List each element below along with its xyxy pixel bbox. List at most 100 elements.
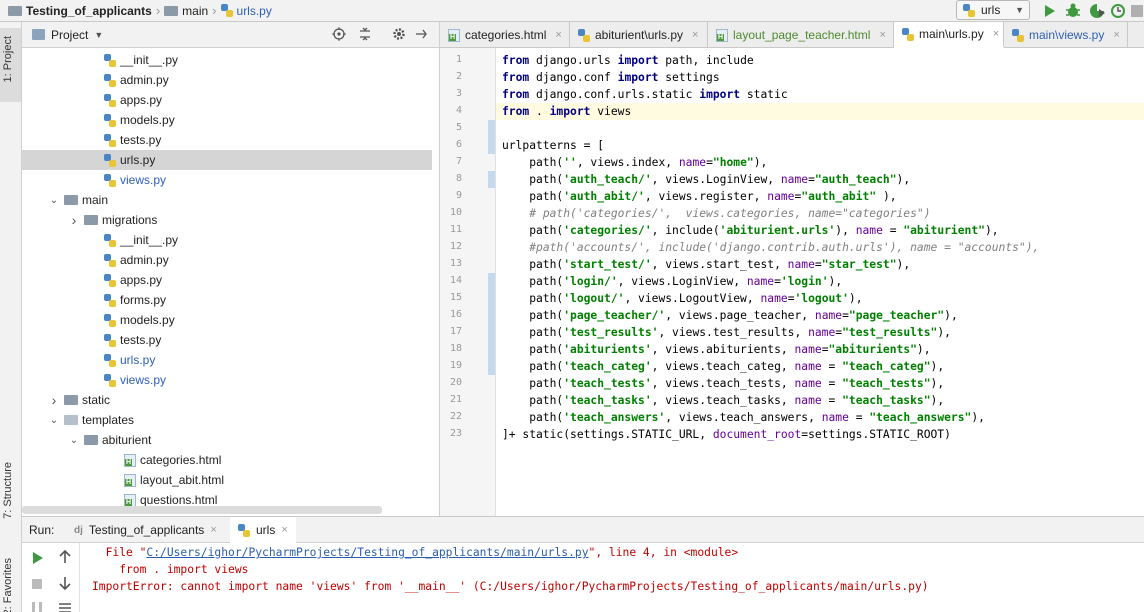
run-configuration-select[interactable]: urls ▼	[956, 0, 1030, 20]
tree-item[interactable]: models.py	[22, 310, 432, 330]
code-line[interactable]: from . import views	[496, 103, 1144, 120]
code-line[interactable]: path('teach_categ', views.teach_categ, n…	[496, 358, 944, 375]
code-line[interactable]: path('categories/', include('abiturient.…	[496, 222, 998, 239]
tree-item[interactable]: views.py	[22, 170, 432, 190]
coverage-icon[interactable]	[1088, 2, 1106, 20]
tree-item[interactable]: Hlayout_abit.html	[22, 470, 432, 490]
editor-tab[interactable]: Hlayout_page_teacher.html ×	[708, 22, 894, 48]
project-tool-tab[interactable]: 1: Project	[0, 28, 21, 102]
breadcrumb-folder[interactable]: main	[182, 4, 208, 18]
tree-item[interactable]: __init__.py	[22, 230, 432, 250]
tree-item[interactable]: ⌄ abiturient	[22, 430, 432, 450]
tree-item[interactable]: apps.py	[22, 270, 432, 290]
tree-item[interactable]: Hcategories.html	[22, 450, 432, 470]
tree-item[interactable]: › static	[22, 390, 432, 410]
close-icon[interactable]: ×	[692, 29, 698, 41]
close-icon[interactable]: ×	[281, 524, 287, 536]
close-icon[interactable]: ×	[993, 28, 999, 40]
template-folder-icon	[64, 415, 78, 425]
tree-item[interactable]: views.py	[22, 370, 432, 390]
tree-item[interactable]: tests.py	[22, 130, 432, 150]
favorites-tool-tab[interactable]: 2: Favorites	[2, 558, 14, 612]
run-tab[interactable]: urls ×	[230, 517, 296, 543]
tree-item[interactable]: __init__.py	[22, 50, 432, 70]
close-icon[interactable]: ×	[879, 29, 885, 41]
chevron-down-icon[interactable]: ⌄	[48, 415, 60, 426]
tree-item[interactable]: ⌄ main	[22, 190, 432, 210]
tree-item[interactable]: forms.py	[22, 290, 432, 310]
chevron-down-icon[interactable]: ⌄	[48, 195, 60, 206]
line-number: 4	[455, 105, 462, 116]
run-label: Run:	[29, 523, 55, 537]
close-icon[interactable]: ×	[1113, 29, 1119, 41]
rerun-icon[interactable]	[28, 549, 46, 567]
import-error-message: ImportError: cannot import name 'views' …	[92, 580, 929, 593]
code-area[interactable]: from django.urls import path, include fro…	[496, 48, 1144, 516]
chevron-down-icon[interactable]: ▼	[94, 30, 103, 40]
stop-icon[interactable]	[1128, 2, 1144, 20]
code-line[interactable]: path('auth_teach/', views.LoginView, nam…	[496, 171, 910, 188]
code-line[interactable]: # path('categories/', views.categories, …	[496, 205, 930, 222]
close-icon[interactable]: ×	[210, 524, 216, 536]
editor-tab[interactable]: main\views.py ×	[1004, 22, 1128, 48]
run-tab[interactable]: dj Testing_of_applicants ×	[66, 517, 225, 543]
editor-tab[interactable]: Hcategories.html ×	[440, 22, 570, 48]
code-line[interactable]: #path('accounts/', include('django.contr…	[496, 239, 1039, 256]
code-line[interactable]: from django.conf.urls.static import stat…	[496, 86, 788, 103]
code-line[interactable]: ]+ static(settings.STATIC_URL, document_…	[496, 426, 951, 443]
tree-item[interactable]: models.py	[22, 110, 432, 130]
project-view-select[interactable]: Project	[51, 28, 88, 42]
code-line[interactable]: from django.urls import path, include	[496, 52, 754, 69]
chevron-right-icon[interactable]: ›	[48, 392, 60, 408]
run-tab-label: urls	[256, 523, 276, 537]
tree-item[interactable]: › migrations	[22, 210, 432, 230]
debug-icon[interactable]	[1064, 2, 1082, 20]
code-line[interactable]: path('start_test/', views.start_test, na…	[496, 256, 910, 273]
code-line[interactable]: urlpatterns = [	[496, 137, 604, 154]
gear-icon[interactable]	[392, 27, 406, 41]
arrow-up-icon[interactable]	[56, 548, 74, 566]
horizontal-scrollbar[interactable]	[22, 506, 382, 514]
code-line[interactable]: path('teach_answers', views.teach_answer…	[496, 409, 985, 426]
tree-item[interactable]: admin.py	[22, 250, 432, 270]
tree-item-label: templates	[82, 413, 135, 427]
code-line[interactable]: path('page_teacher/', views.page_teacher…	[496, 307, 958, 324]
code-line[interactable]: path('teach_tasks', views.teach_tasks, n…	[496, 392, 944, 409]
locate-icon[interactable]	[332, 27, 346, 41]
code-line[interactable]: path('auth_abit/', views.register, name=…	[496, 188, 896, 205]
code-line[interactable]: from django.conf import settings	[496, 69, 720, 86]
code-line[interactable]: path('', views.index, name="home"),	[496, 154, 767, 171]
change-marker[interactable]	[488, 171, 495, 188]
structure-tool-tab[interactable]: 7: Structure	[2, 462, 14, 519]
code-line[interactable]: path('abiturients', views.abiturients, n…	[496, 341, 930, 358]
code-line[interactable]: path('login/', views.LoginView, name='lo…	[496, 273, 842, 290]
code-line[interactable]: path('logout/', views.LogoutView, name='…	[496, 290, 862, 307]
soft-wrap-icon[interactable]	[56, 599, 74, 612]
traceback-file-link[interactable]: C:/Users/ighor/PycharmProjects/Testing_o…	[146, 546, 588, 559]
arrow-down-icon[interactable]	[56, 574, 74, 592]
breadcrumb-file[interactable]: urls.py	[237, 4, 272, 18]
chevron-right-icon[interactable]: ›	[68, 212, 80, 228]
chevron-down-icon[interactable]: ⌄	[68, 435, 80, 446]
run-icon[interactable]	[1040, 2, 1058, 20]
editor-tab[interactable]: abiturient\urls.py ×	[570, 22, 708, 48]
profile-icon[interactable]	[1110, 2, 1128, 20]
change-marker[interactable]	[488, 120, 495, 154]
tree-item[interactable]: apps.py	[22, 90, 432, 110]
collapse-all-icon[interactable]	[358, 27, 372, 41]
stop-icon[interactable]	[28, 575, 46, 593]
hide-icon[interactable]	[414, 27, 428, 41]
tree-item[interactable]: urls.py	[22, 150, 432, 170]
pause-icon[interactable]	[28, 599, 46, 612]
code-line[interactable]	[496, 120, 502, 137]
tree-item[interactable]: urls.py	[22, 350, 432, 370]
code-line[interactable]: path('teach_tests', views.teach_tests, n…	[496, 375, 944, 392]
code-line[interactable]: path('test_results', views.test_results,…	[496, 324, 951, 341]
breadcrumb-project[interactable]: Testing_of_applicants	[26, 4, 152, 18]
change-marker[interactable]	[488, 273, 495, 375]
tree-item[interactable]: tests.py	[22, 330, 432, 350]
tree-item[interactable]: ⌄ templates	[22, 410, 432, 430]
editor-tab[interactable]: main\urls.py ×	[894, 22, 1004, 48]
tree-item[interactable]: admin.py	[22, 70, 432, 90]
close-icon[interactable]: ×	[555, 29, 561, 41]
